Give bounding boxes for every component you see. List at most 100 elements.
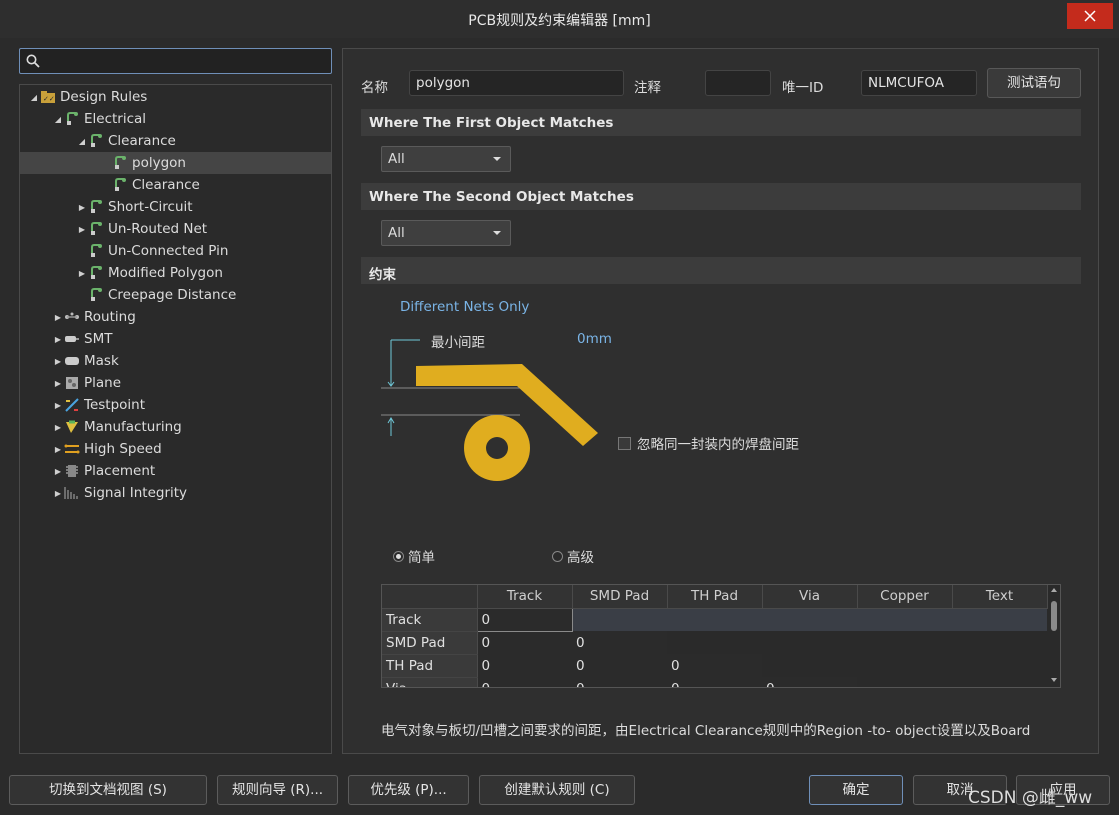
- tree-item-design-rules[interactable]: ◢ ✓✓ Design Rules: [20, 86, 331, 108]
- rule-icon: [88, 199, 104, 215]
- expand-arrow-icon[interactable]: ▶: [52, 423, 64, 432]
- scrollbar-thumb[interactable]: [1051, 601, 1057, 631]
- matrix-cell[interactable]: 0: [477, 654, 572, 677]
- create-default-rules-button[interactable]: 创建默认规则 (C): [479, 775, 635, 805]
- matrix-column-header: TH Pad: [667, 585, 763, 609]
- tree-item-manufacturing[interactable]: ▶ Manufacturing: [20, 416, 331, 438]
- tree-item-label: Clearance: [108, 133, 176, 149]
- expand-arrow-icon[interactable]: ▶: [52, 313, 64, 322]
- matrix-header-row: Track SMD Pad TH Pad Via Copper Text: [382, 585, 1048, 609]
- tree-item-un-connected-pin[interactable]: Un-Connected Pin: [20, 240, 331, 262]
- tree-item-label: Electrical: [84, 111, 147, 127]
- expand-arrow-icon[interactable]: ▶: [52, 489, 64, 498]
- scroll-down-icon[interactable]: [1050, 677, 1058, 683]
- matrix-cell[interactable]: 0: [667, 654, 762, 677]
- window-title: PCB规则及约束编辑器 [mm]: [468, 13, 651, 29]
- min-clearance-value[interactable]: 0mm: [577, 331, 612, 347]
- mode-advanced-radio[interactable]: 高级: [552, 546, 594, 566]
- tree-item-high-speed[interactable]: ▶ High Speed: [20, 438, 331, 460]
- checkbox-box[interactable]: [618, 436, 631, 450]
- collapse-arrow-icon[interactable]: ◢: [76, 137, 88, 146]
- expand-arrow-icon[interactable]: ▶: [76, 225, 88, 234]
- tree-item-signal-integrity[interactable]: ▶ Signal Integrity: [20, 482, 331, 504]
- ignore-pads-checkbox[interactable]: 忽略同一封装内的焊盘间距: [618, 433, 799, 453]
- tree-item-placement[interactable]: ▶ Placement: [20, 460, 331, 482]
- rule-icon: [88, 265, 104, 281]
- radio-unselected-icon[interactable]: [552, 550, 563, 562]
- ok-button[interactable]: 确定: [809, 775, 903, 805]
- name-label: 名称: [361, 80, 388, 96]
- expand-arrow-icon[interactable]: ▶: [52, 401, 64, 410]
- collapse-arrow-icon[interactable]: ◢: [52, 115, 64, 124]
- matrix-row: Track 0: [382, 607, 1047, 632]
- expand-arrow-icon[interactable]: ▶: [52, 379, 64, 388]
- tree-item-electrical[interactable]: ◢ Electrical: [20, 108, 331, 130]
- tree-item-label: Un-Routed Net: [108, 221, 208, 237]
- tree-item-label: Routing: [84, 309, 136, 325]
- tree-item-un-routed-net[interactable]: ▶ Un-Routed Net: [20, 218, 331, 240]
- tree-item-routing[interactable]: ▶ Routing: [20, 306, 331, 328]
- min-clearance-label: 最小间距: [431, 335, 485, 351]
- matrix-cell[interactable]: 0: [572, 654, 667, 677]
- expand-arrow-icon[interactable]: ▶: [52, 357, 64, 366]
- matrix-cell[interactable]: 0: [572, 677, 667, 687]
- search-input[interactable]: [46, 51, 326, 71]
- radio-selected-icon[interactable]: [393, 550, 404, 562]
- search-icon: [26, 54, 40, 68]
- close-button[interactable]: [1067, 3, 1113, 29]
- matrix-row: SMD Pad 0 0: [382, 631, 1047, 655]
- matrix-column-header: Via: [762, 585, 858, 609]
- tree-item-smt[interactable]: ▶ SMT: [20, 328, 331, 350]
- net-scope-selector[interactable]: Different Nets Only: [400, 299, 529, 315]
- rule-icon: [88, 287, 104, 303]
- tree-item-label: Placement: [84, 463, 156, 479]
- tree-item-plane[interactable]: ▶ Plane: [20, 372, 331, 394]
- matrix-scrollbar[interactable]: [1048, 585, 1060, 687]
- switch-to-document-view-button[interactable]: 切换到文档视图 (S): [9, 775, 207, 805]
- tree-item-label: Clearance: [132, 177, 200, 193]
- clearance-diagram: [381, 339, 598, 481]
- tree-item-clearance-group[interactable]: ◢ Clearance: [20, 130, 331, 152]
- rules-tree: ◢ ✓✓ Design Rules ◢ Electrical ◢ Clearan…: [19, 84, 332, 754]
- tree-item-label: Short-Circuit: [108, 199, 193, 215]
- rule-icon: [112, 155, 128, 171]
- name-input[interactable]: polygon: [409, 70, 624, 96]
- scroll-up-icon[interactable]: [1050, 587, 1058, 593]
- rule-icon: [64, 111, 80, 127]
- priority-button[interactable]: 优先级 (P)...: [348, 775, 469, 805]
- tree-item-creepage-distance[interactable]: Creepage Distance: [20, 284, 331, 306]
- tree-item-mask[interactable]: ▶ Mask: [20, 350, 331, 372]
- tree-item-short-circuit[interactable]: ▶ Short-Circuit: [20, 196, 331, 218]
- tree-item-label: High Speed: [84, 441, 162, 457]
- matrix-cell[interactable]: 0: [477, 631, 572, 654]
- tree-item-polygon[interactable]: polygon: [20, 152, 331, 174]
- tree-item-testpoint[interactable]: ▶ Testpoint: [20, 394, 331, 416]
- matrix-cell[interactable]: 0: [762, 677, 857, 687]
- first-match-select[interactable]: All: [381, 146, 511, 172]
- tree-item-label: SMT: [84, 331, 113, 347]
- expand-arrow-icon[interactable]: ▶: [76, 203, 88, 212]
- expand-arrow-icon[interactable]: ▶: [52, 445, 64, 454]
- matrix-cell[interactable]: 0: [477, 677, 572, 687]
- search-box[interactable]: [19, 48, 332, 74]
- rule-description: 电气对象与板切/凹槽之间要求的间距，由Electrical Clearance规…: [381, 723, 1031, 739]
- second-match-header: Where The Second Object Matches: [361, 183, 1081, 210]
- collapse-arrow-icon[interactable]: ◢: [28, 93, 40, 102]
- mode-simple-radio[interactable]: 简单: [393, 546, 435, 566]
- matrix-cell[interactable]: 0: [572, 631, 667, 654]
- expand-arrow-icon[interactable]: ▶: [52, 467, 64, 476]
- matrix-cell[interactable]: 0: [667, 677, 762, 687]
- tree-item-clearance[interactable]: Clearance: [20, 174, 331, 196]
- matrix-cell[interactable]: 0: [476, 607, 573, 632]
- tree-item-label: polygon: [132, 155, 186, 171]
- expand-arrow-icon[interactable]: ▶: [76, 269, 88, 278]
- mode-advanced-label: 高级: [567, 550, 594, 566]
- tree-item-modified-polygon[interactable]: ▶ Modified Polygon: [20, 262, 331, 284]
- unique-id-input[interactable]: NLMCUFOA: [861, 70, 977, 96]
- rule-wizard-button[interactable]: 规则向导 (R)...: [217, 775, 338, 805]
- comment-input[interactable]: [705, 70, 771, 96]
- chevron-down-icon: [493, 157, 501, 161]
- second-match-select[interactable]: All: [381, 220, 511, 246]
- test-query-button[interactable]: 测试语句: [987, 68, 1081, 98]
- expand-arrow-icon[interactable]: ▶: [52, 335, 64, 344]
